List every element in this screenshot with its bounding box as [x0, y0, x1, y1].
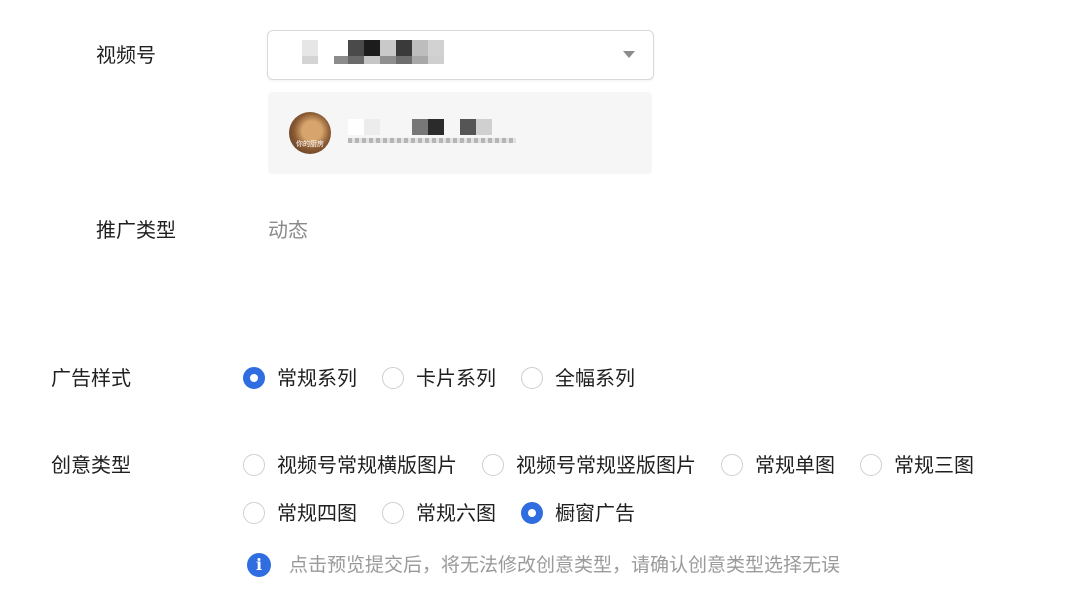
radio-unselected-icon[interactable]: [482, 454, 504, 476]
radio-creative-six-images[interactable]: 常规六图: [382, 499, 496, 527]
account-avatar: 你的厨房: [289, 112, 331, 154]
radio-unselected-icon[interactable]: [243, 454, 265, 476]
notice-text: 点击预览提交后，将无法修改创意类型，请确认创意类型选择无误: [289, 554, 841, 576]
avatar-caption: 你的厨房: [296, 140, 324, 148]
account-preview-card: 你的厨房: [268, 92, 652, 174]
creative-type-radio-group-row2: 常规四图 常规六图 橱窗广告: [243, 499, 635, 527]
masked-account-desc: [348, 138, 516, 143]
creative-type-label: 创意类型: [51, 453, 131, 477]
masked-account-name: [302, 40, 444, 56]
ad-style-radio-group: 常规系列 卡片系列 全幅系列: [243, 364, 635, 392]
radio-unselected-icon[interactable]: [721, 454, 743, 476]
radio-creative-single-image[interactable]: 常规单图: [721, 451, 835, 479]
creative-type-notice: i 点击预览提交后，将无法修改创意类型，请确认创意类型选择无误: [247, 552, 840, 578]
creative-type-radio-group-row1: 视频号常规横版图片 视频号常规竖版图片 常规单图 常规三图: [243, 451, 974, 479]
radio-selected-icon[interactable]: [243, 367, 265, 389]
radio-ad-style-card[interactable]: 卡片系列: [382, 364, 496, 392]
ad-style-label: 广告样式: [51, 366, 131, 390]
info-icon: i: [247, 553, 271, 577]
radio-unselected-icon[interactable]: [382, 502, 404, 524]
radio-unselected-icon[interactable]: [521, 367, 543, 389]
radio-ad-style-regular[interactable]: 常规系列: [243, 364, 357, 392]
radio-creative-video-horizontal[interactable]: 视频号常规横版图片: [243, 451, 457, 479]
radio-ad-style-fullscreen[interactable]: 全幅系列: [521, 364, 635, 392]
channel-select[interactable]: [267, 30, 654, 80]
radio-creative-showcase-ad[interactable]: 橱窗广告: [521, 499, 635, 527]
promotion-type-value: 动态: [268, 218, 308, 242]
radio-selected-icon[interactable]: [521, 502, 543, 524]
radio-unselected-icon[interactable]: [860, 454, 882, 476]
radio-creative-video-vertical[interactable]: 视频号常规竖版图片: [482, 451, 696, 479]
masked-account-name: [348, 119, 492, 135]
radio-creative-four-images[interactable]: 常规四图: [243, 499, 357, 527]
chevron-down-icon[interactable]: [623, 51, 635, 58]
channel-label: 视频号: [96, 43, 156, 67]
radio-unselected-icon[interactable]: [382, 367, 404, 389]
radio-unselected-icon[interactable]: [243, 502, 265, 524]
promotion-type-label: 推广类型: [96, 218, 176, 242]
radio-creative-three-images[interactable]: 常规三图: [860, 451, 974, 479]
